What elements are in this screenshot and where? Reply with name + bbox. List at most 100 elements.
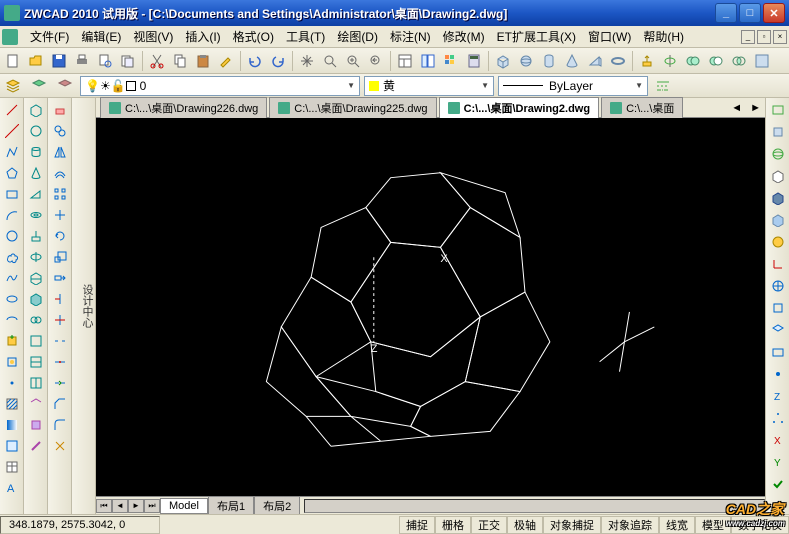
explode-button[interactable]	[50, 436, 70, 456]
menu-file[interactable]: 文件(F)	[24, 26, 75, 47]
tab-nav-last[interactable]: ⏭	[144, 499, 160, 513]
shade-gouraud-button[interactable]	[768, 210, 788, 230]
linetype-dropdown[interactable]: ByLayer ▼	[498, 76, 648, 96]
extend-button[interactable]	[50, 310, 70, 330]
revcloud-button[interactable]	[2, 247, 22, 267]
erase-button[interactable]	[50, 100, 70, 120]
model-tab[interactable]: Model	[160, 498, 208, 514]
offset-button[interactable]	[50, 163, 70, 183]
properties-button[interactable]	[394, 50, 416, 72]
tool-palettes-button[interactable]	[440, 50, 462, 72]
3d-slice-button[interactable]	[26, 268, 46, 288]
hatch-button[interactable]	[2, 394, 22, 414]
scale-button[interactable]	[50, 247, 70, 267]
3d-solid-edge-button[interactable]	[26, 436, 46, 456]
ucs-y-button[interactable]: Y	[768, 452, 788, 472]
menu-tools[interactable]: 工具(T)	[280, 26, 331, 47]
print-button[interactable]	[71, 50, 93, 72]
maximize-button[interactable]: □	[739, 3, 761, 23]
3d-torus-button[interactable]	[26, 205, 46, 225]
break-button[interactable]	[50, 331, 70, 351]
torus-solid-button[interactable]	[607, 50, 629, 72]
model-toggle[interactable]: 模型	[695, 516, 731, 534]
paste-button[interactable]	[192, 50, 214, 72]
polar-toggle[interactable]: 极轴	[507, 516, 543, 534]
redo-button[interactable]	[267, 50, 289, 72]
ellipse-arc-button[interactable]	[2, 310, 22, 330]
stretch-button[interactable]	[50, 268, 70, 288]
rectangle-button[interactable]	[2, 184, 22, 204]
preview-button[interactable]	[94, 50, 116, 72]
drawing-canvas[interactable]: X Z	[96, 118, 765, 496]
view-top-button[interactable]	[768, 122, 788, 142]
circle-button[interactable]	[2, 226, 22, 246]
3d-interfere-button[interactable]	[26, 310, 46, 330]
copy-obj-button[interactable]	[50, 121, 70, 141]
render-button[interactable]	[768, 232, 788, 252]
open-button[interactable]	[25, 50, 47, 72]
arc-button[interactable]	[2, 205, 22, 225]
ucs-view-button[interactable]	[768, 342, 788, 362]
3d-box-button[interactable]	[26, 100, 46, 120]
3d-sphere-button[interactable]	[26, 121, 46, 141]
break-at-button[interactable]	[50, 352, 70, 372]
save-button[interactable]	[48, 50, 70, 72]
zoom-window-button[interactable]	[342, 50, 364, 72]
spline-button[interactable]	[2, 268, 22, 288]
shade-flat-button[interactable]	[768, 188, 788, 208]
cut-button[interactable]	[146, 50, 168, 72]
ucs-apply-button[interactable]	[768, 474, 788, 494]
gradient-button[interactable]	[2, 415, 22, 435]
mirror-button[interactable]	[50, 142, 70, 162]
calc-button[interactable]	[463, 50, 485, 72]
3d-setup-drawing-button[interactable]	[26, 352, 46, 372]
point-button[interactable]	[2, 373, 22, 393]
trim-button[interactable]	[50, 289, 70, 309]
menu-view[interactable]: 视图(V)	[127, 26, 179, 47]
menu-help[interactable]: 帮助(H)	[637, 26, 690, 47]
layout1-tab[interactable]: 布局1	[208, 496, 254, 516]
chamfer-button[interactable]	[50, 394, 70, 414]
publish-button[interactable]	[117, 50, 139, 72]
doc-tab-2[interactable]: C:\...\桌面\Drawing2.dwg	[439, 97, 600, 118]
doc-tab-1[interactable]: C:\...\桌面\Drawing225.dwg	[269, 97, 436, 118]
grid-toggle[interactable]: 栅格	[435, 516, 471, 534]
osnap-toggle[interactable]: 对象捕捉	[543, 516, 601, 534]
join-button[interactable]	[50, 373, 70, 393]
3d-revolve-button[interactable]	[26, 247, 46, 267]
xline-button[interactable]	[2, 121, 22, 141]
hscrollbar[interactable]	[304, 499, 765, 513]
zoom-realtime-button[interactable]	[319, 50, 341, 72]
tab-nav-next[interactable]: ►	[128, 499, 144, 513]
layer-states-button[interactable]	[28, 75, 50, 97]
menu-et[interactable]: ET扩展工具(X)	[491, 26, 582, 47]
3d-section-button[interactable]	[26, 289, 46, 309]
layer-dropdown[interactable]: 💡 ☀ 🔓 0 ▼	[80, 76, 360, 96]
setup-button[interactable]	[751, 50, 773, 72]
menu-draw[interactable]: 绘图(D)	[331, 26, 384, 47]
fillet-button[interactable]	[50, 415, 70, 435]
mdi-close-button[interactable]: ×	[773, 30, 787, 44]
box-solid-button[interactable]	[492, 50, 514, 72]
cylinder-solid-button[interactable]	[538, 50, 560, 72]
3d-solid-face-button[interactable]	[26, 415, 46, 435]
line-button[interactable]	[2, 100, 22, 120]
tabs-scroll-left[interactable]: ◄	[727, 102, 746, 114]
doc-tab-3[interactable]: C:\...\桌面	[601, 97, 683, 118]
mtext-button[interactable]: A	[2, 478, 22, 498]
doc-tab-0[interactable]: C:\...\桌面\Drawing226.dwg	[100, 97, 267, 118]
undo-button[interactable]	[244, 50, 266, 72]
tab-nav-prev[interactable]: ◄	[112, 499, 128, 513]
otrack-toggle[interactable]: 对象追踪	[601, 516, 659, 534]
menu-edit[interactable]: 编辑(E)	[75, 26, 127, 47]
move-button[interactable]	[50, 205, 70, 225]
new-button[interactable]	[2, 50, 24, 72]
hide-button[interactable]	[768, 166, 788, 186]
3d-cylinder-button[interactable]	[26, 142, 46, 162]
subtract-button[interactable]	[705, 50, 727, 72]
copy-button[interactable]	[169, 50, 191, 72]
dyn-toggle[interactable]: 数字化仪	[731, 516, 789, 534]
snap-toggle[interactable]: 捕捉	[399, 516, 435, 534]
ucs-face-button[interactable]	[768, 320, 788, 340]
ucs-button[interactable]	[768, 254, 788, 274]
